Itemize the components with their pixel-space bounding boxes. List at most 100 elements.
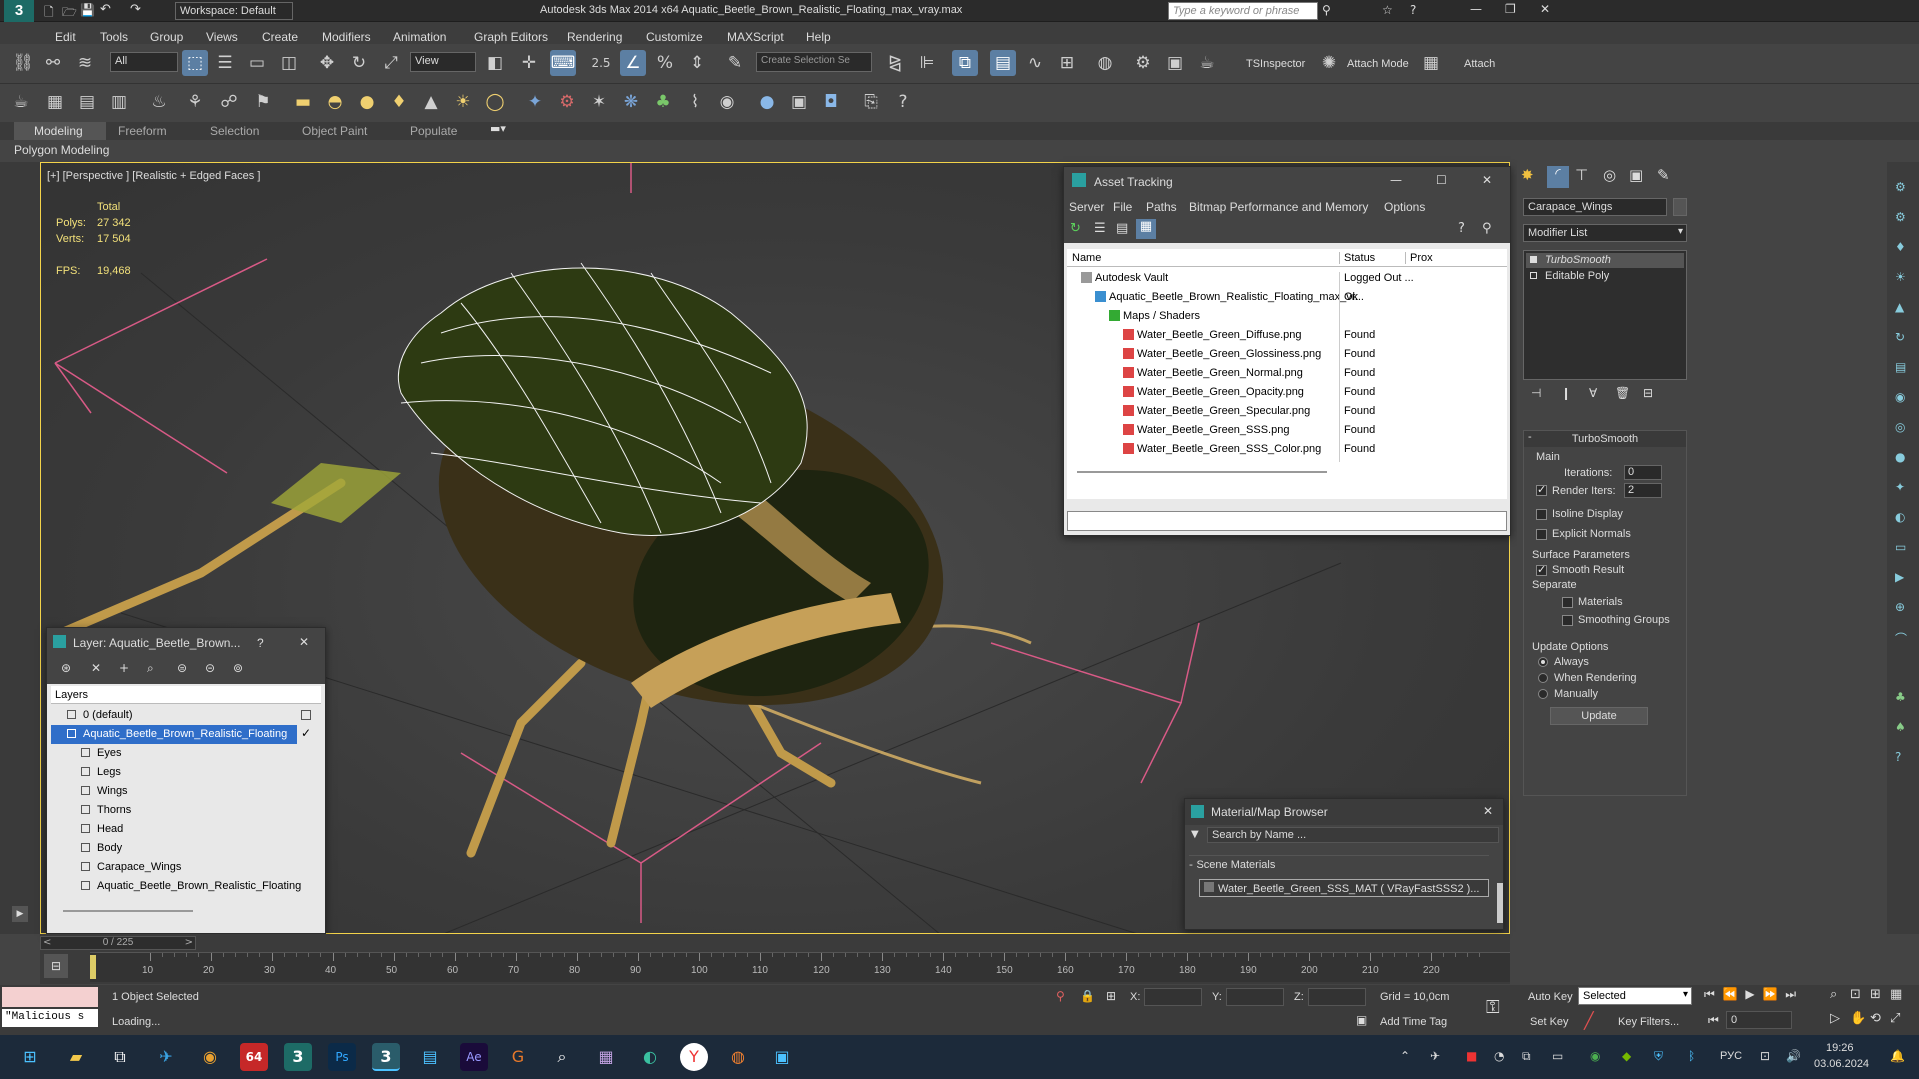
isolate-icon[interactable]: ⚲ [1056, 989, 1065, 1003]
maximize-viewport-icon[interactable]: ⤢ [1890, 1011, 1900, 1026]
stack-expand-icon[interactable] [1530, 272, 1537, 279]
detail-view-icon[interactable]: ▤ [1116, 221, 1128, 236]
asset-row[interactable]: Aquatic_Beetle_Brown_Realistic_Floating_… [1067, 288, 1507, 310]
proxy-icon[interactable]: ⚙ [554, 89, 580, 115]
3dsmax-active-icon[interactable]: 3 [372, 1043, 400, 1071]
grammarly-icon[interactable]: G [504, 1043, 532, 1071]
tray-volume-icon[interactable]: 🔊 [1786, 1049, 1801, 1063]
always-radio[interactable] [1538, 657, 1548, 667]
layer-row[interactable]: Legs [51, 763, 321, 782]
layer-row[interactable]: Eyes [51, 744, 321, 763]
make-unique-icon[interactable]: ∀ [1589, 386, 1597, 400]
vray-sphere-icon[interactable]: ● [754, 89, 780, 115]
layer-row[interactable]: Thorns [51, 801, 321, 820]
fov-icon[interactable]: ▷ [1830, 1011, 1840, 1026]
render-setup-icon[interactable]: ⚙ [1130, 50, 1156, 76]
asset-maximize-button[interactable]: ☐ [1436, 173, 1447, 187]
hair-icon[interactable]: ⌇ [682, 89, 708, 115]
help-icon[interactable]: ? [1410, 3, 1416, 17]
refresh-icon[interactable]: ↻ [1070, 221, 1086, 237]
hierarchy-icon[interactable]: ⚘ [182, 89, 208, 115]
layer-row-selected[interactable]: Aquatic_Beetle_Brown_Realistic_Floating [51, 725, 297, 744]
explicit-normals-checkbox[interactable] [1536, 529, 1547, 540]
percent-snap-icon[interactable]: % [652, 50, 678, 76]
isoline-checkbox[interactable] [1536, 509, 1547, 520]
tab-freeform[interactable]: Freeform [118, 124, 167, 138]
vray-render-icon[interactable]: ◘ [818, 89, 844, 115]
sky-icon[interactable]: ◯ [482, 89, 508, 115]
menu-views[interactable]: Views [206, 26, 238, 44]
strip-icon-18[interactable]: ♠ [1895, 720, 1906, 734]
photoshop-icon[interactable]: Ps [328, 1043, 356, 1071]
layer-manager-icon[interactable]: ⧉ [952, 50, 978, 76]
binoculars-icon[interactable]: ⚲ [1322, 3, 1331, 17]
plant-icon[interactable]: ♣ [650, 89, 676, 115]
maxscript-listener-top[interactable] [2, 987, 98, 1007]
asset-pin-icon[interactable]: ⚲ [1482, 221, 1492, 236]
expand-arrow-icon[interactable]: ▶ [12, 906, 28, 922]
layer-close-button[interactable]: ✕ [299, 635, 309, 649]
key-filters-button[interactable]: Key Filters... [1618, 1016, 1679, 1028]
notifications-icon[interactable]: 🔔 [1890, 1049, 1905, 1063]
tray-network-icon[interactable]: ⊡ [1760, 1049, 1770, 1063]
chrome-icon[interactable]: ◉ [196, 1043, 224, 1071]
sphere-light-icon[interactable]: ● [354, 89, 380, 115]
sun-icon[interactable]: ☀ [450, 89, 476, 115]
mirror-icon[interactable]: ⧎ [882, 50, 908, 76]
edge-icon[interactable]: ◐ [636, 1043, 664, 1071]
strip-icon-14[interactable]: ▶ [1895, 570, 1904, 584]
rollout-header[interactable]: - TurboSmooth [1524, 431, 1686, 447]
open-file-icon[interactable]: 🗁 [62, 3, 77, 24]
current-frame-field[interactable]: 0 [1726, 1011, 1792, 1029]
hierarchy-tab-icon[interactable]: ⊤ [1575, 166, 1588, 184]
list-view-icon[interactable]: ☰ [1094, 221, 1106, 236]
rollout-collapse-icon[interactable]: - [1528, 431, 1532, 443]
key-icon[interactable]: ⚿ [1486, 997, 1500, 1018]
clock-time[interactable]: 19:26 [1826, 1042, 1854, 1054]
app-64-icon[interactable]: 64 [240, 1043, 268, 1071]
asset-hscroll[interactable] [1077, 471, 1327, 473]
after-effects-icon[interactable]: Ae [460, 1043, 488, 1071]
tab-populate[interactable]: Populate [410, 124, 457, 138]
tray-telegram-icon[interactable]: ✈ [1430, 1049, 1440, 1063]
strip-icon-8[interactable]: ◉ [1895, 390, 1905, 404]
vray-geometry-icon[interactable]: ❋ [618, 89, 644, 115]
asset-row[interactable]: Water_Beetle_Green_Diffuse.png Found [1067, 326, 1507, 348]
zoom-all-icon[interactable]: ⊡ [1850, 987, 1861, 1002]
render-iters-checkbox[interactable] [1536, 483, 1547, 496]
asset-row[interactable]: Water_Beetle_Green_Glossiness.png Found [1067, 345, 1507, 367]
language-indicator[interactable]: РУС [1720, 1050, 1742, 1062]
strip-icon-5[interactable]: ▲ [1895, 300, 1904, 314]
tab-object-paint[interactable]: Object Paint [302, 124, 367, 138]
angle-snap-icon[interactable]: ∠ [620, 50, 646, 76]
material-vscroll[interactable] [1497, 883, 1503, 923]
zoom-icon[interactable]: ⌕ [1830, 987, 1837, 1002]
menu-modifiers[interactable]: Modifiers [322, 26, 371, 44]
object-name-field[interactable]: Carapace_Wings [1523, 198, 1667, 216]
key-mode-dropdown[interactable]: Selected ▾ [1578, 987, 1692, 1005]
asset-menu-bitmap[interactable]: Bitmap Performance and Memory [1189, 200, 1368, 214]
strip-help-icon[interactable]: ? [1895, 750, 1901, 764]
window-crossing-icon[interactable]: ◫ [276, 50, 302, 76]
materials-checkbox[interactable] [1562, 597, 1573, 608]
menu-animation[interactable]: Animation [393, 26, 446, 44]
table-icon[interactable]: ▥ [106, 89, 132, 115]
modify-tab-icon[interactable]: ◜ [1547, 166, 1569, 188]
search-app-icon[interactable]: ⌕ [548, 1043, 576, 1071]
stack-item-editable-poly[interactable]: Editable Poly [1526, 269, 1684, 284]
restore-button[interactable]: ❐ [1505, 2, 1516, 16]
scene-materials-header[interactable]: - Scene Materials [1189, 855, 1489, 871]
spot-light-icon[interactable]: ▲ [418, 89, 444, 115]
go-start-icon[interactable]: ⏮ [1704, 987, 1715, 1001]
object-color-swatch[interactable] [1673, 198, 1687, 216]
menu-edit[interactable]: Edit [55, 26, 76, 44]
start-icon[interactable]: ⊞ [16, 1043, 44, 1071]
key-mode-toggle-icon[interactable]: ⏮ [1708, 1013, 1719, 1028]
strip-icon-11[interactable]: ✦ [1895, 480, 1905, 494]
col-status[interactable]: Status [1339, 252, 1375, 264]
menu-tools[interactable]: Tools [100, 26, 128, 44]
layer-new-icon[interactable]: ⊛ [61, 661, 71, 675]
particle-icon[interactable]: ✦ [522, 89, 548, 115]
helpers-icon[interactable]: ⚑ [250, 89, 276, 115]
doc-icon[interactable]: ▤ [74, 89, 100, 115]
